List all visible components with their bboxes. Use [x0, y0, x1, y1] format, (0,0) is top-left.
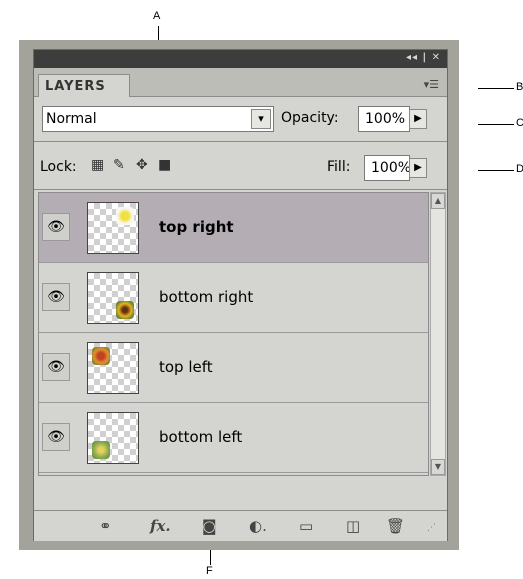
- adjustment-layer-icon[interactable]: ◐.: [249, 517, 267, 535]
- resize-grip-icon[interactable]: ⋰: [427, 523, 436, 533]
- fill-field[interactable]: 100%: [364, 155, 412, 181]
- lock-transparent-pixels-icon[interactable]: ▦: [91, 157, 104, 173]
- layer-row-bottom-left[interactable]: 👁 bottom left: [39, 403, 428, 473]
- blend-mode-select[interactable]: Normal ▾: [42, 106, 274, 132]
- layer-row-top-right[interactable]: 👁 top right: [39, 193, 428, 263]
- opacity-slider-button[interactable]: ▶: [409, 109, 427, 129]
- lock-position-icon[interactable]: ✥: [136, 157, 148, 173]
- layer-row-bottom-right[interactable]: 👁 bottom right: [39, 263, 428, 333]
- layer-name[interactable]: top right: [159, 218, 234, 236]
- layer-row-top-left[interactable]: 👁 top left: [39, 333, 428, 403]
- flower-image: [92, 347, 110, 365]
- eye-icon[interactable]: 👁: [42, 213, 70, 241]
- delete-layer-icon[interactable]: 🗑: [386, 517, 405, 535]
- chevron-down-icon[interactable]: ▾: [251, 109, 271, 129]
- layer-name[interactable]: bottom right: [159, 288, 253, 306]
- layers-footer: ⚭ fx. ◙ ◐. ▭ ◫ 🗑 ⋰: [34, 510, 447, 541]
- flower-image: [116, 301, 134, 319]
- divider: [34, 189, 447, 190]
- callout-c: C: [516, 117, 523, 129]
- tab-row: LAYERS ▾☰: [34, 68, 447, 97]
- eye-icon[interactable]: 👁: [42, 423, 70, 451]
- blend-mode-value: Normal: [46, 111, 97, 127]
- link-layers-icon[interactable]: ⚭: [99, 517, 112, 535]
- callout-d: D: [516, 163, 523, 175]
- layer-thumbnail[interactable]: [87, 202, 139, 254]
- lock-image-pixels-icon[interactable]: ✎: [113, 157, 125, 173]
- panel-titlebar[interactable]: ◂◂ | ✕: [34, 50, 447, 68]
- layer-thumbnail[interactable]: [87, 342, 139, 394]
- new-group-icon[interactable]: ▭: [299, 517, 313, 535]
- callout-d-line: [478, 170, 514, 171]
- new-layer-icon[interactable]: ◫: [346, 517, 360, 535]
- callout-c-line: [478, 124, 514, 125]
- layer-thumbnail[interactable]: [87, 272, 139, 324]
- layers-panel: ◂◂ | ✕ LAYERS ▾☰ Normal ▾ Opacity: 100% …: [33, 49, 448, 541]
- layer-list-scrollbar[interactable]: ▲ ▼: [430, 192, 446, 476]
- window-controls[interactable]: ◂◂ | ✕: [406, 52, 441, 63]
- flower-image: [116, 207, 134, 225]
- lock-all-icon[interactable]: ■: [158, 157, 171, 173]
- lock-label: Lock:: [40, 159, 77, 175]
- opacity-label: Opacity:: [281, 110, 339, 126]
- scroll-up-icon[interactable]: ▲: [431, 193, 445, 209]
- layer-list: 👁 top right 👁 bottom right 👁 top left 👁: [38, 192, 429, 476]
- layer-thumbnail[interactable]: [87, 412, 139, 464]
- fx-layer-style-icon[interactable]: fx.: [150, 517, 171, 535]
- callout-b: B: [516, 81, 523, 93]
- eye-icon[interactable]: 👁: [42, 283, 70, 311]
- layer-name[interactable]: top left: [159, 358, 213, 376]
- panel-menu-icon[interactable]: ▾☰: [424, 78, 439, 91]
- callout-b-line: [478, 88, 514, 89]
- flower-image: [92, 441, 110, 459]
- opacity-value: 100%: [365, 111, 406, 127]
- fill-slider-button[interactable]: ▶: [409, 158, 427, 178]
- fill-label: Fill:: [327, 159, 351, 175]
- eye-icon[interactable]: 👁: [42, 353, 70, 381]
- callout-f: F: [206, 565, 213, 577]
- tab-layers[interactable]: LAYERS: [38, 74, 130, 97]
- fill-value: 100%: [371, 160, 412, 176]
- divider: [34, 141, 447, 142]
- layer-name[interactable]: bottom left: [159, 428, 242, 446]
- callout-a: A: [153, 10, 161, 22]
- opacity-field[interactable]: 100%: [358, 106, 410, 132]
- add-mask-icon[interactable]: ◙: [202, 517, 217, 535]
- scroll-down-icon[interactable]: ▼: [431, 459, 445, 475]
